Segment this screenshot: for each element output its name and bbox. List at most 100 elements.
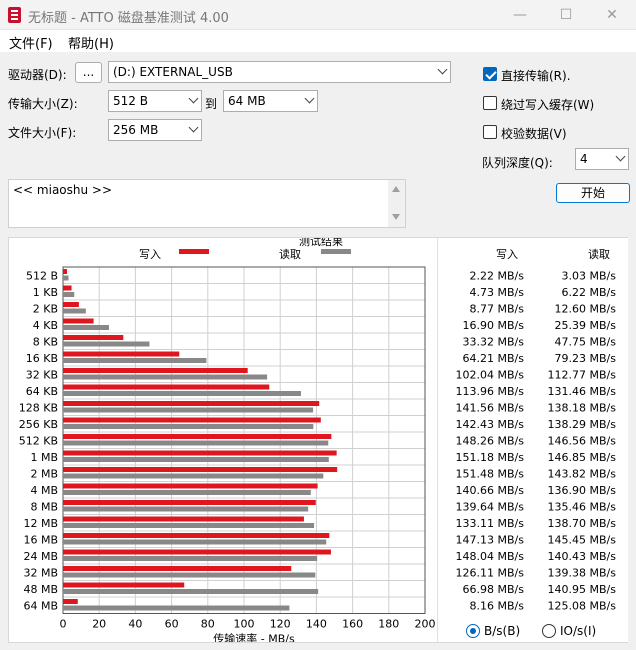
queue-depth-select[interactable]: 4 (575, 148, 629, 170)
results-chart-panel: 测试结果 写入 读取 512 B 1 KB 2 KB 4 KB 8 KB 16 KB 32 KB 6… (8, 237, 628, 643)
bypass-cache-checkbox[interactable] (483, 96, 497, 110)
bar (63, 374, 268, 380)
window-title: 无标题 - ATTO 磁盘基准测试 4.00 (28, 11, 229, 26)
write-value: 16.90 MB/s (463, 319, 525, 332)
x-tick-label: 40 (128, 618, 142, 631)
queue-depth-value: 4 (580, 152, 588, 166)
bar (63, 467, 338, 472)
file-size-label: 文件大小(F): (8, 126, 77, 140)
start-button[interactable]: 开始 (556, 183, 630, 203)
minimize-button[interactable]: — (497, 0, 543, 30)
chevron-down-icon (188, 93, 199, 104)
write-value: 141.56 MB/s (456, 401, 525, 414)
write-header: 写入 (496, 248, 518, 261)
legend-label: 读取 (279, 247, 301, 261)
bar (63, 599, 78, 604)
category-label: 8 KB (33, 335, 58, 348)
bar (63, 368, 248, 373)
description-text: << miaoshu >> (13, 183, 113, 197)
write-value: 102.04 MB/s (456, 368, 525, 381)
scroll-up-icon[interactable] (392, 186, 400, 192)
bar (63, 417, 321, 423)
direct-io-checkbox[interactable] (483, 67, 497, 81)
chevron-down-icon (437, 64, 448, 75)
category-label: 2 KB (33, 302, 58, 315)
write-value: 4.73 MB/s (470, 286, 525, 299)
write-value: 8.16 MB/s (470, 599, 525, 612)
close-button[interactable]: ✕ (589, 0, 635, 30)
read-value: 138.29 MB/s (548, 418, 617, 431)
transfer-from-value: 512 B (113, 94, 148, 108)
x-tick-label: 60 (165, 618, 179, 631)
read-value: 47.75 MB/s (555, 335, 617, 348)
read-value: 140.43 MB/s (548, 550, 617, 563)
unit-bs-radio[interactable] (466, 624, 480, 638)
bar (63, 384, 270, 390)
write-value: 2.22 MB/s (470, 269, 525, 282)
category-label: 512 B (26, 269, 58, 282)
write-value: 139.64 MB/s (456, 500, 525, 513)
maximize-button[interactable]: ☐ (543, 0, 589, 30)
category-label: 24 MB (23, 550, 58, 563)
read-value: 136.90 MB/s (548, 484, 617, 497)
file-size-select[interactable]: 256 MB (108, 119, 202, 141)
write-value: 133.11 MB/s (456, 517, 525, 530)
bar (63, 556, 318, 561)
write-value: 8.77 MB/s (470, 302, 525, 315)
read-value: 138.70 MB/s (548, 517, 617, 530)
write-value: 33.32 MB/s (463, 335, 525, 348)
read-value: 145.45 MB/s (548, 533, 617, 546)
results-values: 写入 读取 2.22 MB/s 3.03 MB/s 4.73 MB/s 6.22 MB/s… (456, 247, 617, 612)
x-axis-label: 传输速率 - MB/s (213, 632, 295, 643)
scroll-down-icon[interactable] (392, 214, 400, 220)
bar (63, 440, 329, 446)
file-size-value: 256 MB (113, 123, 159, 137)
read-value: 146.85 MB/s (548, 451, 617, 464)
to-label: 到 (205, 97, 218, 111)
chart-title: 测试结果 (299, 238, 343, 248)
verify-label: 校验数据(V) (501, 127, 567, 141)
bar (63, 275, 69, 281)
title-bar: 无标题 - ATTO 磁盘基准测试 4.00 — ☐ ✕ (0, 0, 636, 30)
menu-file[interactable]: 文件(F) (9, 33, 53, 52)
x-tick-label: 20 (92, 618, 106, 631)
category-label: 16 KB (26, 352, 58, 365)
direct-io-label: 直接传输(R). (501, 69, 571, 83)
bar (63, 401, 320, 406)
category-label: 1 KB (33, 286, 58, 299)
read-header: 读取 (588, 247, 610, 261)
transfer-from-select[interactable]: 512 B (108, 90, 202, 112)
bar (63, 605, 290, 611)
bar (63, 335, 124, 340)
bar (63, 582, 185, 588)
bar (63, 516, 304, 522)
read-value: 140.95 MB/s (548, 583, 617, 596)
bar (63, 391, 301, 396)
description-scrollbar[interactable] (388, 180, 405, 227)
write-value: 148.04 MB/s (456, 550, 525, 563)
read-value: 143.82 MB/s (548, 467, 617, 480)
verify-checkbox[interactable] (483, 125, 497, 139)
category-label: 32 MB (23, 566, 58, 579)
bar-chart: 测试结果写入 读取 512 B 1 KB 2 KB 4 KB 8 KB 16 KB 32 KB 6… (19, 238, 436, 643)
drive-select[interactable]: (D:) EXTERNAL_USB (108, 61, 451, 83)
read-value: 125.08 MB/s (548, 599, 617, 612)
browse-button[interactable]: ... (75, 62, 102, 83)
x-tick-label: 160 (342, 618, 363, 631)
bar (63, 500, 316, 505)
read-value: 112.77 MB/s (548, 368, 617, 381)
unit-ios-radio[interactable] (542, 624, 556, 638)
bar (63, 523, 315, 528)
x-tick-label: 180 (378, 618, 399, 631)
write-value: 64.21 MB/s (463, 352, 525, 365)
legend-swatch (179, 249, 209, 254)
write-value: 151.48 MB/s (456, 467, 525, 480)
menu-help[interactable]: 帮助(H) (68, 33, 114, 52)
write-value: 147.13 MB/s (456, 533, 525, 546)
transfer-to-select[interactable]: 64 MB (223, 90, 318, 112)
x-tick-label: 120 (270, 618, 291, 631)
read-value: 12.60 MB/s (555, 302, 617, 315)
bar (63, 533, 330, 538)
unit-bs-label: B/s(B) (484, 624, 521, 638)
description-textarea[interactable]: << miaoshu >> (8, 179, 406, 228)
